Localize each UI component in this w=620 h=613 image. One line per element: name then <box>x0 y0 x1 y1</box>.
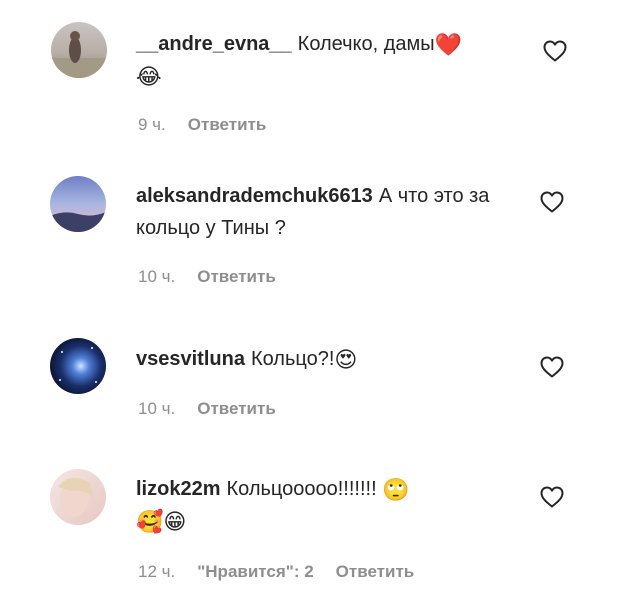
smiling-hearts-emoji: 🥰😁 <box>136 509 187 534</box>
comment-meta: 12 ч. "Нравится": 2 Ответить <box>138 562 414 582</box>
comment-text: Кольцооооо!!!!!!! <box>226 478 377 500</box>
heart-eyes-emoji: 😍 <box>334 347 358 372</box>
avatar[interactable] <box>50 176 106 232</box>
heart-outline-icon[interactable] <box>540 191 564 213</box>
comment-text: Колечко, дамы <box>297 33 435 55</box>
comment-body: lizok22m Кольцооооо!!!!!!! 🙄 🥰😁 <box>136 473 516 537</box>
comment-meta: 10 ч. Ответить <box>138 267 276 287</box>
comment-username[interactable]: lizok22m <box>136 478 220 500</box>
avatar[interactable] <box>50 338 106 394</box>
reply-button[interactable]: Ответить <box>197 267 276 287</box>
comment-body: aleksandrademchuk6613 А что это за кольцо… <box>136 180 526 244</box>
comment-time: 10 ч. <box>138 267 176 286</box>
eye-roll-emoji: 🙄 <box>382 477 410 502</box>
comment-body: __andre_evna__ Колечко, дамы❤️ 😂 <box>136 28 516 92</box>
reply-button[interactable]: Ответить <box>336 562 415 582</box>
comment-body: vsesvitluna Кольцо?!😍 <box>136 343 516 375</box>
tears-of-joy-emoji: 😂 <box>136 64 162 89</box>
likes-count[interactable]: "Нравится": 2 <box>197 562 313 582</box>
reply-button[interactable]: Ответить <box>197 399 276 419</box>
reply-button[interactable]: Ответить <box>188 115 267 135</box>
avatar[interactable] <box>51 22 107 78</box>
comment-meta: 10 ч. Ответить <box>138 399 276 419</box>
comment-text: Кольцо?! <box>250 348 335 370</box>
avatar[interactable] <box>50 469 106 525</box>
comment-time: 12 ч. <box>138 562 176 581</box>
comment-time: 9 ч. <box>138 115 166 134</box>
heart-outline-icon[interactable] <box>540 356 564 378</box>
heart-outline-icon[interactable] <box>543 40 567 62</box>
comment-username[interactable]: vsesvitluna <box>136 348 245 370</box>
comment-username[interactable]: aleksandrademchuk6613 <box>136 185 373 207</box>
comment-meta: 9 ч. Ответить <box>138 115 266 135</box>
comment-time: 10 ч. <box>138 399 176 418</box>
heart-emoji: ❤️ <box>434 32 463 57</box>
heart-outline-icon[interactable] <box>540 486 564 508</box>
comment-username[interactable]: __andre_evna__ <box>136 33 292 55</box>
